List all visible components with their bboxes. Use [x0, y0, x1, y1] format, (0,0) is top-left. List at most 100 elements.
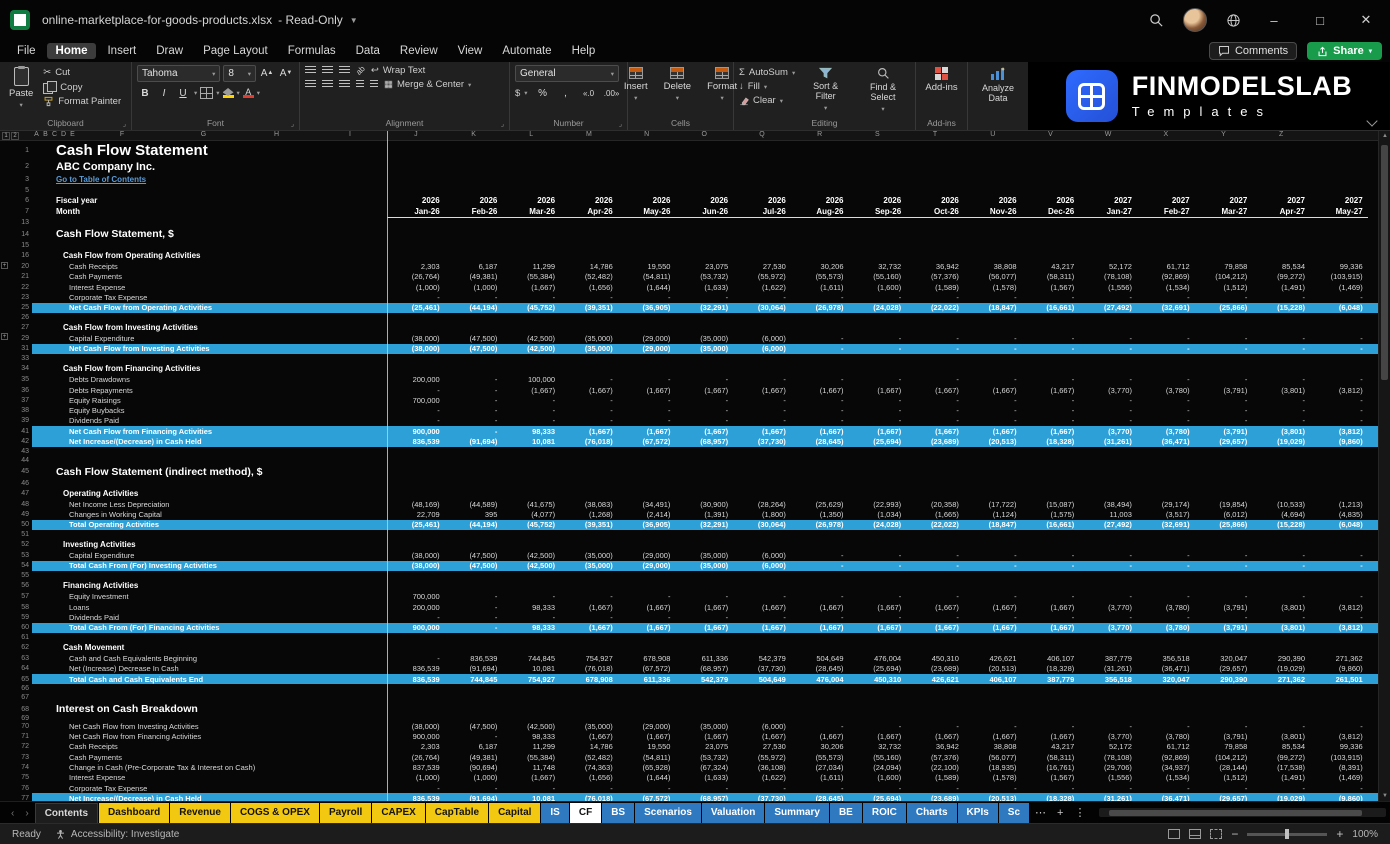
font-color-button[interactable]: A	[243, 88, 254, 98]
cell[interactable]: 11,299	[502, 262, 560, 271]
cell[interactable]: (1,667)	[1022, 427, 1080, 436]
sheet-tab-summary[interactable]: Summary	[765, 803, 829, 823]
cell[interactable]: (1,556)	[1079, 773, 1137, 782]
cell[interactable]: Sep-26	[849, 205, 907, 218]
cell[interactable]: 200,000	[387, 375, 445, 384]
wrap-text-button[interactable]: ↩Wrap Text	[371, 65, 425, 76]
row-header[interactable]: 41	[0, 426, 32, 436]
cell[interactable]: (1,512)	[1195, 283, 1253, 292]
cell[interactable]: (1,469)	[1310, 773, 1368, 782]
cell[interactable]: 395	[445, 510, 503, 519]
cell[interactable]: (2,414)	[618, 510, 676, 519]
maximize-icon[interactable]: □	[1306, 13, 1334, 28]
row-header[interactable]: 22	[0, 282, 32, 292]
column-letter[interactable]: K	[445, 131, 503, 140]
cell[interactable]: -	[1079, 592, 1137, 601]
cell[interactable]: (3,801)	[1252, 427, 1310, 436]
cell[interactable]: 611,336	[618, 675, 676, 684]
cell[interactable]: -	[618, 416, 676, 425]
cell[interactable]: (1,000)	[445, 773, 503, 782]
column-letter[interactable]: C	[50, 131, 59, 140]
cell[interactable]: 100,000	[502, 375, 560, 384]
column-letter[interactable]: G	[167, 131, 240, 140]
cell[interactable]: (1,667)	[849, 732, 907, 741]
row-label[interactable]: Net Income Less Depreciation	[32, 500, 387, 509]
cell[interactable]: 32,732	[849, 742, 907, 751]
cell[interactable]: (29,000)	[618, 344, 676, 353]
cell[interactable]: (34,937)	[1137, 763, 1195, 772]
row-header[interactable]: 73	[0, 752, 32, 762]
zoom-level[interactable]: 100%	[1352, 829, 1378, 840]
cell[interactable]: -	[387, 416, 445, 425]
cell[interactable]: (15,228)	[1252, 520, 1310, 529]
cell[interactable]: 99,336	[1310, 742, 1368, 751]
cell[interactable]: (3,791)	[1195, 386, 1253, 395]
cell[interactable]: (9,860)	[1310, 794, 1368, 801]
cell[interactable]: -	[964, 375, 1022, 384]
menu-file[interactable]: File	[8, 43, 45, 59]
number-format-select[interactable]: General▾	[515, 65, 619, 82]
cell[interactable]: (18,935)	[964, 763, 1022, 772]
row-label[interactable]: Cash Flow Statement (indirect method), $	[32, 466, 387, 478]
row-header[interactable]: 58	[0, 602, 32, 612]
cell[interactable]: -	[733, 613, 791, 622]
sheet-tab-contents[interactable]: Contents	[35, 803, 98, 823]
row-label[interactable]: Dividends Paid	[32, 416, 387, 425]
cell[interactable]: -	[1252, 396, 1310, 405]
cell[interactable]: 11,003	[1079, 510, 1137, 519]
sheet-tab-charts[interactable]: Charts	[907, 803, 957, 823]
cell[interactable]: -	[1079, 416, 1137, 425]
row-header[interactable]: +29	[0, 333, 32, 343]
row-header[interactable]: 13	[0, 218, 32, 227]
cell[interactable]: (1,622)	[733, 773, 791, 782]
cell[interactable]: 2026	[906, 196, 964, 205]
cell[interactable]: 61,712	[1137, 742, 1195, 751]
cell[interactable]: 837,539	[387, 763, 445, 772]
globe-icon[interactable]	[1225, 12, 1242, 29]
row-header[interactable]: 7	[0, 205, 32, 218]
row-header[interactable]: 61	[0, 633, 32, 642]
cell[interactable]: (3,812)	[1310, 603, 1368, 612]
cell[interactable]: 450,310	[906, 654, 964, 663]
insert-cells-button[interactable]: Insert▾	[620, 65, 652, 104]
cell[interactable]: (1,567)	[1022, 773, 1080, 782]
cell[interactable]: (44,194)	[445, 520, 503, 529]
cell[interactable]: -	[849, 334, 907, 343]
cell[interactable]: (1,667)	[1022, 623, 1080, 632]
cell[interactable]: -	[733, 592, 791, 601]
row-label[interactable]: Interest Expense	[32, 773, 387, 782]
cell[interactable]: (104,212)	[1195, 272, 1253, 281]
cell[interactable]: 200,000	[387, 603, 445, 612]
cell[interactable]: (29,706)	[1079, 763, 1137, 772]
row-header[interactable]: 65	[0, 674, 32, 684]
cell[interactable]: (18,328)	[1022, 437, 1080, 446]
comma-style-button[interactable]: ,	[558, 85, 574, 101]
outline-level-button[interactable]: 1	[2, 132, 10, 140]
cell[interactable]: (1,667)	[675, 386, 733, 395]
autosum-button[interactable]: ΣAutoSum▾	[739, 67, 795, 78]
row-header[interactable]: 3	[0, 173, 32, 186]
cell[interactable]: (16,761)	[1022, 763, 1080, 772]
cell[interactable]: 290,390	[1195, 675, 1253, 684]
cell[interactable]: -	[618, 406, 676, 415]
cell[interactable]: 19,550	[618, 742, 676, 751]
cell[interactable]: (1,589)	[906, 773, 964, 782]
cell[interactable]: -	[1137, 561, 1195, 570]
cell[interactable]: (22,022)	[906, 520, 964, 529]
row-label[interactable]: Net Increase/(Decrease) in Cash Held	[32, 437, 387, 446]
cell[interactable]: (91,694)	[445, 794, 503, 801]
cell[interactable]: -	[906, 293, 964, 302]
row-header[interactable]: 48	[0, 499, 32, 509]
cell[interactable]: 10,081	[502, 664, 560, 673]
cell[interactable]: (38,000)	[387, 334, 445, 343]
cell[interactable]: (68,957)	[675, 794, 733, 801]
tab-scroll-right-icon[interactable]: ›	[20, 808, 33, 823]
cell[interactable]: -	[1195, 375, 1253, 384]
cell[interactable]: -	[733, 406, 791, 415]
cell[interactable]: (36,905)	[618, 303, 676, 312]
cell[interactable]: (39,351)	[560, 520, 618, 529]
cell[interactable]: (20,513)	[964, 664, 1022, 673]
row-header[interactable]: 33	[0, 354, 32, 363]
column-letter[interactable]: Q	[733, 131, 791, 140]
row-label[interactable]: Cash Flow Statement, $	[32, 228, 387, 240]
